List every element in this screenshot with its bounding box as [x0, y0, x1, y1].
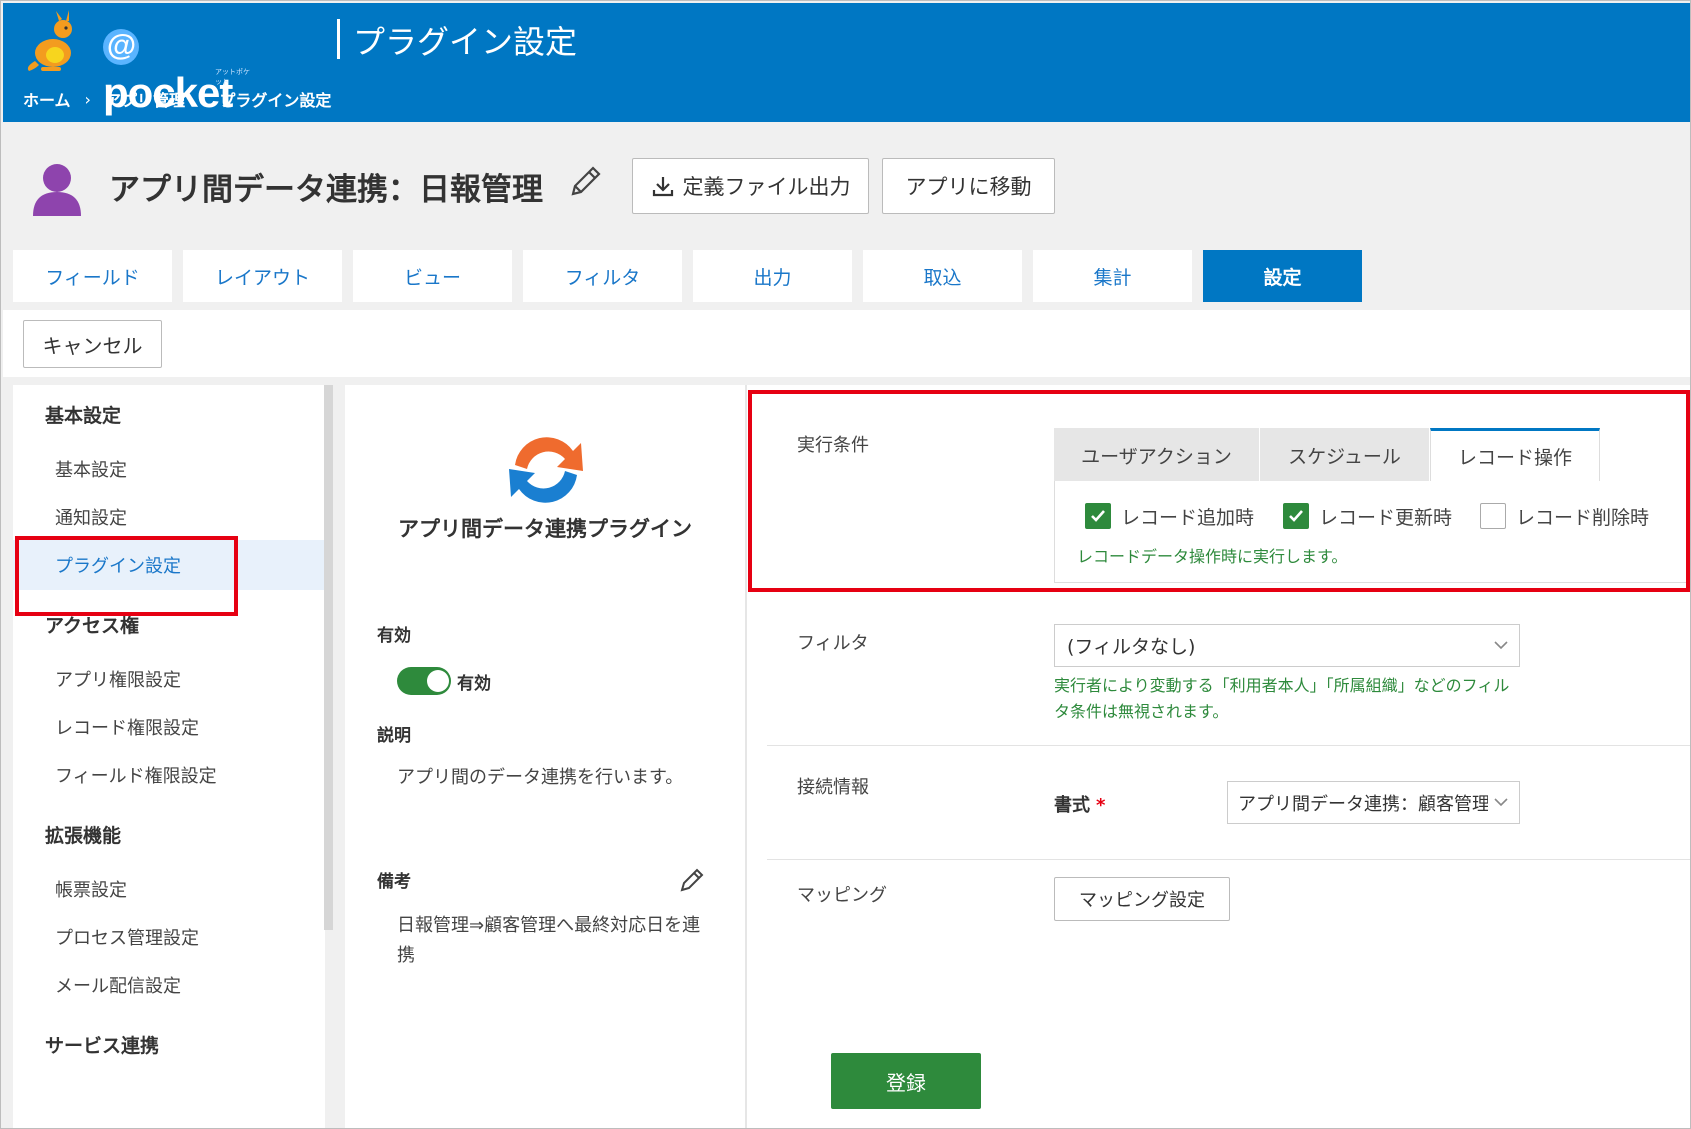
- note-label: 備考: [377, 872, 411, 892]
- sidebar-group-basic: 基本設定: [45, 405, 122, 427]
- plugin-info-panel: アプリ間データ連携プラグイン 有効 有効 説明 アプリ間のデータ連携を行います。…: [345, 385, 745, 1128]
- section-divider: [767, 745, 1690, 746]
- filter-help-text: 実行者により変動する「利用者本人」「所属組織」などのフィルタ条件は無視されます。: [1054, 676, 1510, 721]
- breadcrumb-separator: ›: [198, 89, 206, 109]
- sidebar-item-app-permission[interactable]: アプリ権限設定: [13, 654, 325, 704]
- plugin-description: アプリ間のデータ連携を行います。: [397, 767, 684, 788]
- filter-label: フィルタ: [797, 633, 869, 654]
- app-window: @pocket アットポケット プラグイン設定 ホーム › アプリ管理 › プラ…: [0, 0, 1691, 1129]
- sidebar-item-mail[interactable]: メール配信設定: [13, 960, 325, 1010]
- tab-layout[interactable]: レイアウト: [183, 250, 342, 302]
- breadcrumb-home[interactable]: ホーム: [23, 87, 71, 111]
- tab-view[interactable]: ビュー: [353, 250, 512, 302]
- app-logo[interactable]: @pocket アットポケット: [23, 9, 253, 116]
- format-field-label: 書式 *: [1054, 791, 1105, 817]
- logo-subtitle: アットポケット: [215, 68, 250, 86]
- sidebar-group-extensions: 拡張機能: [45, 825, 122, 847]
- sidebar-scrollbar[interactable]: [324, 385, 333, 930]
- plugin-name: アプリ間データ連携プラグイン: [398, 517, 692, 541]
- chevron-down-icon: [1494, 641, 1508, 650]
- top-header: @pocket アットポケット プラグイン設定 ホーム › アプリ管理 › プラ…: [3, 3, 1690, 122]
- sidebar-item-process[interactable]: プロセス管理設定: [13, 912, 325, 962]
- filter-select-value: (フィルタなし): [1067, 636, 1196, 658]
- breadcrumb-current: プラグイン設定: [219, 91, 332, 110]
- export-definition-button[interactable]: 定義ファイル出力: [632, 158, 869, 214]
- app-title-bar: アプリ間データ連携：日報管理 定義ファイル出力 アプリに移動: [3, 122, 1690, 242]
- enabled-toggle[interactable]: [397, 667, 451, 695]
- required-mark: *: [1096, 795, 1106, 816]
- format-select-value: アプリ間データ連携：顧客管理: [1238, 793, 1488, 815]
- section-divider: [767, 859, 1690, 860]
- tab-field[interactable]: フィールド: [13, 250, 172, 302]
- sidebar-group-service: サービス連携: [45, 1035, 160, 1057]
- download-icon: [652, 177, 673, 197]
- tab-aggregate[interactable]: 集計: [1033, 250, 1192, 302]
- highlight-box-exec-condition: [748, 390, 1690, 592]
- mapping-settings-button[interactable]: マッピング設定: [1054, 877, 1230, 921]
- tab-settings[interactable]: 設定: [1203, 250, 1362, 302]
- page-title: プラグイン設定: [353, 23, 578, 61]
- toolbar: キャンセル: [3, 310, 1690, 377]
- kangaroo-mascot-icon: [27, 10, 72, 71]
- logo-at-mark: @: [103, 29, 139, 65]
- header-divider: [337, 19, 340, 59]
- sidebar-item-record-permission[interactable]: レコード権限設定: [13, 702, 325, 752]
- sidebar-item-notification[interactable]: 通知設定: [13, 492, 325, 542]
- pencil-icon[interactable]: [677, 865, 707, 895]
- tab-import[interactable]: 取込: [863, 250, 1022, 302]
- cancel-button[interactable]: キャンセル: [23, 320, 162, 368]
- register-button[interactable]: 登録: [831, 1053, 981, 1109]
- tab-output[interactable]: 出力: [693, 250, 852, 302]
- filter-select[interactable]: (フィルタなし): [1054, 624, 1520, 667]
- settings-sidebar: 基本設定 基本設定 通知設定 プラグイン設定 アクセス権 アプリ権限設定 レコー…: [13, 385, 325, 1128]
- goto-app-button[interactable]: アプリに移動: [882, 158, 1055, 214]
- tab-filter[interactable]: フィルタ: [523, 250, 682, 302]
- breadcrumb-separator: ›: [84, 89, 91, 109]
- chevron-down-icon: [1493, 794, 1509, 810]
- highlight-box-sidebar: [15, 536, 238, 616]
- sidebar-item-basic-settings[interactable]: 基本設定: [13, 444, 325, 494]
- breadcrumb: ホーム › アプリ管理 › プラグイン設定: [23, 87, 331, 111]
- plugin-note: 日報管理⇒顧客管理へ最終対応日を連携: [397, 915, 701, 966]
- description-label: 説明: [377, 726, 411, 746]
- toggle-state-label: 有効: [457, 674, 491, 694]
- app-title: アプリ間データ連携：日報管理: [109, 172, 543, 208]
- enabled-label: 有効: [377, 626, 411, 646]
- sidebar-item-report[interactable]: 帳票設定: [13, 864, 325, 914]
- mapping-label: マッピング: [797, 885, 887, 906]
- toggle-knob: [427, 670, 449, 692]
- format-select[interactable]: アプリ間データ連携：顧客管理: [1227, 781, 1520, 824]
- app-user-icon: [33, 164, 81, 216]
- sidebar-item-field-permission[interactable]: フィールド権限設定: [13, 750, 325, 800]
- pencil-icon[interactable]: [565, 162, 605, 202]
- export-button-label: 定義ファイル出力: [682, 175, 851, 199]
- breadcrumb-app-admin[interactable]: アプリ管理: [105, 87, 185, 111]
- format-label-text: 書式: [1054, 795, 1090, 816]
- settings-tabs: フィールド レイアウト ビュー フィルタ 出力 取込 集計 設定: [13, 250, 1362, 302]
- connection-label: 接続情報: [797, 777, 869, 798]
- sync-arrows-icon: [509, 437, 583, 503]
